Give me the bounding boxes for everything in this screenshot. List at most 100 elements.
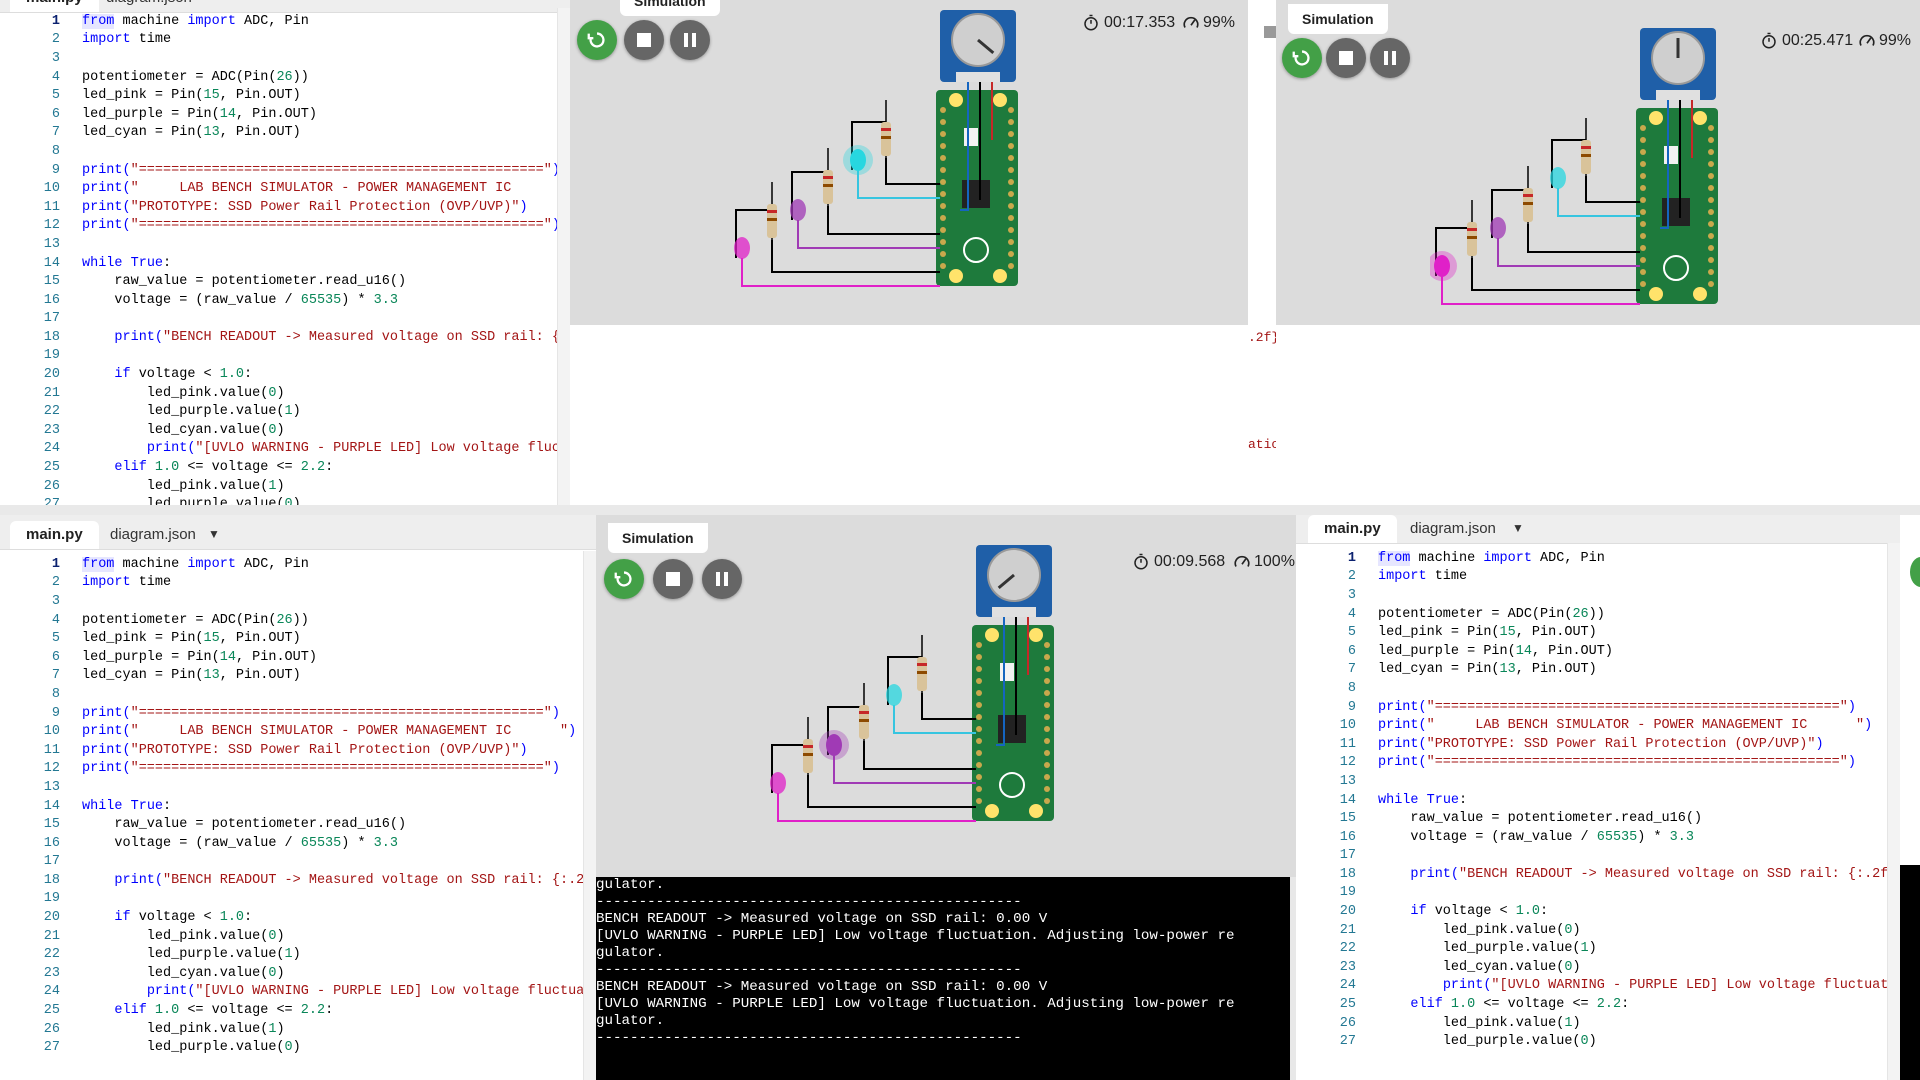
code-line[interactable]: 11 print("PROTOTYPE: SSD Power Rail Prote… (0, 198, 558, 217)
code-line[interactable]: 10 print(" LAB BENCH SIMULATOR - POWER MA… (0, 722, 584, 741)
code-line[interactable]: 14 while True: (1296, 791, 1888, 810)
code-line[interactable]: 1 from machine import ADC, Pin (0, 555, 584, 574)
code-line[interactable]: 5 led_pink = Pin(15, Pin.OUT) (0, 86, 558, 105)
code-line[interactable]: 15 raw_value = potentiometer.read_u16() (0, 815, 584, 834)
code-line[interactable]: 18 print("BENCH READOUT -> Measured volt… (0, 328, 558, 347)
code-line[interactable]: 1 from machine import ADC, Pin (0, 12, 558, 31)
restart-button[interactable] (604, 559, 644, 599)
code-line[interactable]: 16 voltage = (raw_value / 65535) * 3.3 (1296, 828, 1888, 847)
code-line[interactable]: 23 led_cyan.value(0) (0, 421, 558, 440)
code-line[interactable]: 6 led_purple = Pin(14, Pin.OUT) (0, 105, 558, 124)
code-line[interactable]: 6 led_purple = Pin(14, Pin.OUT) (1296, 642, 1888, 661)
pause-button[interactable] (670, 20, 710, 60)
code-line[interactable]: 18 print("BENCH READOUT -> Measured volt… (0, 871, 584, 890)
tab-main-py[interactable]: main.py (10, 521, 99, 549)
code-line[interactable]: 17 (0, 310, 558, 329)
tab-diagram-json[interactable]: diagram.json (1394, 515, 1512, 543)
chevron-down-icon[interactable]: ▼ (1512, 515, 1524, 543)
code-line[interactable]: 20 if voltage < 1.0: (0, 365, 558, 384)
simulation-tab[interactable]: Simulation (620, 0, 720, 16)
code-line[interactable]: 9 print("================================… (0, 704, 584, 723)
code-line[interactable]: 16 voltage = (raw_value / 65535) * 3.3 (0, 291, 558, 310)
code-line[interactable]: 11 print("PROTOTYPE: SSD Power Rail Prote… (1296, 735, 1888, 754)
code-line[interactable]: 10 print(" LAB BENCH SIMULATOR - POWER MA… (0, 179, 558, 198)
code-line[interactable]: 7 led_cyan = Pin(13, Pin.OUT) (1296, 661, 1888, 680)
pause-button[interactable] (702, 559, 742, 599)
code-line[interactable]: 18 print("BENCH READOUT -> Measured volt… (1296, 865, 1888, 884)
code-line[interactable]: 9 print("================================… (1296, 698, 1888, 717)
code-line[interactable]: 3 (0, 49, 558, 68)
code-area[interactable]: 1 from machine import ADC, Pin 2 import tim… (1296, 549, 1888, 1080)
code-line[interactable]: 19 (0, 890, 584, 909)
code-line[interactable]: 9 print("================================… (0, 161, 558, 180)
code-line[interactable]: 20 if voltage < 1.0: (1296, 902, 1888, 921)
code-line[interactable]: 24 print("[UVLO WARNING - PURPLE LED] Lo… (0, 983, 584, 1002)
code-line[interactable]: 5 led_pink = Pin(15, Pin.OUT) (1296, 623, 1888, 642)
code-line[interactable]: 22 led_purple.value(1) (1296, 939, 1888, 958)
code-line[interactable]: 11 print("PROTOTYPE: SSD Power Rail Prote… (0, 741, 584, 760)
code-line[interactable]: 24 print("[UVLO WARNING - PURPLE LED] Lo… (1296, 977, 1888, 996)
pause-button[interactable] (1370, 38, 1410, 78)
code-line[interactable]: 8 (0, 142, 558, 161)
tab-diagram-json[interactable]: diagram.json (94, 521, 212, 549)
code-line[interactable]: 1 from machine import ADC, Pin (1296, 549, 1888, 568)
code-area[interactable]: 1 from machine import ADC, Pin 2 import tim… (0, 12, 558, 505)
code-line[interactable]: 20 if voltage < 1.0: (0, 908, 584, 927)
code-line[interactable]: 3 (0, 592, 584, 611)
code-line[interactable]: 26 led_pink.value(1) (0, 1020, 584, 1039)
scroll-arrow[interactable] (1264, 26, 1276, 38)
code-line[interactable]: 14 while True: (0, 797, 584, 816)
stop-button[interactable] (624, 20, 664, 60)
code-line[interactable]: 8 (1296, 679, 1888, 698)
code-line[interactable]: 2 import time (0, 574, 584, 593)
code-line[interactable]: 12 print("===============================… (0, 760, 584, 779)
chevron-down-icon[interactable]: ▼ (208, 521, 220, 549)
simulation-tab[interactable]: Simulation (1288, 4, 1388, 34)
code-line[interactable]: 2 import time (0, 31, 558, 50)
code-line[interactable]: 4 potentiometer = ADC(Pin(26)) (0, 68, 558, 87)
code-line[interactable]: 26 led_pink.value(1) (1296, 1014, 1888, 1033)
code-line[interactable]: 4 potentiometer = ADC(Pin(26)) (0, 611, 584, 630)
stop-button[interactable] (653, 559, 693, 599)
code-line[interactable]: 19 (0, 347, 558, 366)
code-line[interactable]: 16 voltage = (raw_value / 65535) * 3.3 (0, 834, 584, 853)
code-line[interactable]: 24 print("[UVLO WARNING - PURPLE LED] Lo… (0, 440, 558, 459)
code-line[interactable]: 27 led_purple.value(0) (0, 495, 558, 505)
code-line[interactable]: 27 led_purple.value(0) (1296, 1032, 1888, 1051)
simulation-tab[interactable]: Simulation (608, 523, 708, 553)
code-line[interactable]: 23 led_cyan.value(0) (0, 964, 584, 983)
code-line[interactable]: 15 raw_value = potentiometer.read_u16() (1296, 809, 1888, 828)
code-line[interactable]: 13 (0, 778, 584, 797)
code-line[interactable]: 27 led_purple.value(0) (0, 1038, 584, 1057)
code-area[interactable]: 1 from machine import ADC, Pin 2 import tim… (0, 555, 584, 1080)
code-line[interactable]: 21 led_pink.value(0) (0, 384, 558, 403)
code-line[interactable]: 22 led_purple.value(1) (0, 945, 584, 964)
code-line[interactable]: 17 (0, 853, 584, 872)
code-line[interactable]: 15 raw_value = potentiometer.read_u16() (0, 272, 558, 291)
code-line[interactable]: 4 potentiometer = ADC(Pin(26)) (1296, 605, 1888, 624)
tab-diagram-json[interactable]: diagram.json (90, 0, 208, 12)
tab-main-py[interactable]: main.py (10, 0, 99, 12)
code-line[interactable]: 7 led_cyan = Pin(13, Pin.OUT) (0, 124, 558, 143)
stop-button[interactable] (1326, 38, 1366, 78)
code-line[interactable]: 3 (1296, 586, 1888, 605)
code-line[interactable]: 8 (0, 685, 584, 704)
code-line[interactable]: 25 elif 1.0 <= voltage <= 2.2: (0, 458, 558, 477)
tab-main-py[interactable]: main.py (1308, 515, 1397, 543)
editor-scrollbar[interactable] (557, 8, 570, 505)
code-line[interactable]: 13 (1296, 772, 1888, 791)
code-line[interactable]: 14 while True: (0, 254, 558, 273)
code-line[interactable]: 25 elif 1.0 <= voltage <= 2.2: (0, 1001, 584, 1020)
editor-scrollbar[interactable] (1887, 543, 1900, 1080)
code-line[interactable]: 17 (1296, 847, 1888, 866)
code-line[interactable]: 12 print("===============================… (1296, 754, 1888, 773)
code-line[interactable]: 12 print("===============================… (0, 217, 558, 236)
restart-button[interactable] (1282, 38, 1322, 78)
code-line[interactable]: 19 (1296, 884, 1888, 903)
code-line[interactable]: 22 led_purple.value(1) (0, 402, 558, 421)
code-line[interactable]: 25 elif 1.0 <= voltage <= 2.2: (1296, 995, 1888, 1014)
code-line[interactable]: 21 led_pink.value(0) (0, 927, 584, 946)
restart-button[interactable] (577, 20, 617, 60)
code-line[interactable]: 6 led_purple = Pin(14, Pin.OUT) (0, 648, 584, 667)
code-line[interactable]: 10 print(" LAB BENCH SIMULATOR - POWER MA… (1296, 716, 1888, 735)
